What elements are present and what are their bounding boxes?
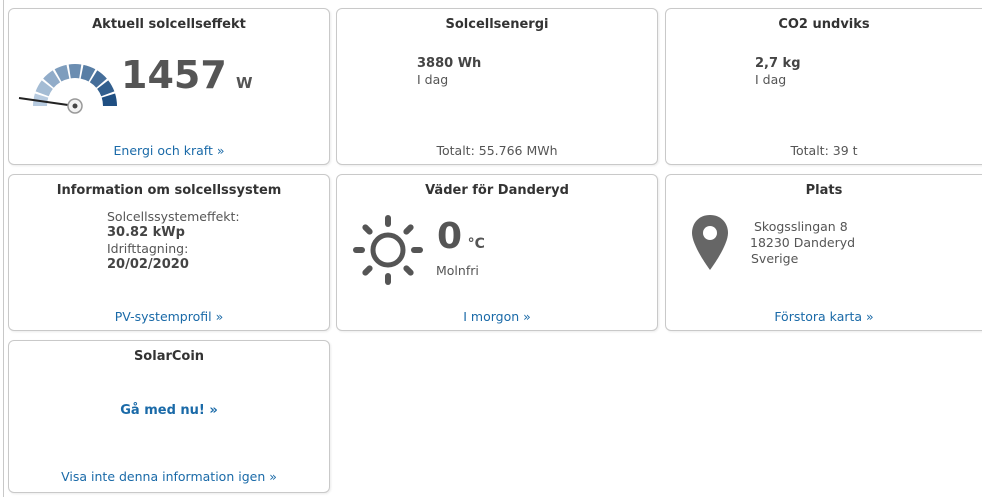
sun-ray [411, 247, 423, 253]
current-power-title: Aktuell solcellseffekt [92, 17, 246, 32]
solar-energy-today-value: 3880 Wh [417, 56, 482, 71]
sun-ray [362, 265, 373, 276]
sun-ray [385, 273, 391, 285]
join-now-link[interactable]: Gå med nu! » [9, 403, 329, 418]
tomorrow-forecast-link[interactable]: I morgon » [337, 309, 657, 324]
system-info-card: Information om solcellssystem Solcellssy… [8, 174, 330, 331]
weather-condition: Molnfri [436, 263, 479, 278]
current-power-card: Aktuell solcellseffekt 1457 W Energi och… [8, 8, 330, 165]
commissioning-date: 20/02/2020 [107, 257, 189, 272]
gauge-segment [101, 93, 117, 106]
location-card: Plats Skogsslingan 8 18230 Danderyd Sver… [665, 174, 982, 331]
solar-energy-total: Totalt: 55.766 MWh [436, 143, 558, 158]
solarcoin-title: SolarCoin [133, 349, 205, 364]
system-power-label: Solcellssystemeffekt: [107, 209, 240, 224]
sun-ray [385, 215, 391, 227]
weather-title: Väder för Danderyd [425, 183, 569, 198]
solar-energy-card: Solcellsenergi 3880 Wh I dag Totalt: 55.… [336, 8, 658, 165]
location-country: Sverige [751, 251, 799, 266]
co2-avoided-total: Totalt: 39 t [790, 143, 858, 158]
sun-ray [403, 224, 414, 235]
co2-avoided-title: CO2 undviks [778, 17, 870, 32]
sun-icon [353, 215, 423, 285]
solarcoin-card: SolarCoin Gå med nu! » Visa inte denna i… [8, 340, 330, 493]
map-pin-icon [692, 215, 728, 270]
co2-avoided-today-value: 2,7 kg [755, 56, 801, 71]
co2-avoided-card: CO2 undviks 2,7 kg I dag Totalt: 39 t [665, 8, 982, 165]
page-left-border [3, 0, 4, 497]
energy-and-power-link[interactable]: Energi och kraft » [9, 143, 329, 158]
location-street: Skogsslingan 8 [754, 219, 848, 234]
current-power-unit: W [236, 74, 253, 92]
sun-ray [362, 224, 373, 235]
location-title: Plats [805, 183, 843, 198]
power-gauge-icon [18, 64, 117, 114]
temperature-value: 0 [437, 216, 463, 257]
sun-ray [403, 265, 414, 276]
pv-system-profile-link[interactable]: PV-systemprofil » [9, 309, 329, 324]
gauge-segment [68, 64, 82, 79]
commissioning-label: Idrifttagning: [107, 241, 189, 256]
weather-temperature: 0 °C [437, 217, 485, 257]
current-power-value: 1457 W [121, 55, 253, 103]
enlarge-map-link[interactable]: Förstora karta » [666, 309, 982, 324]
location-city: 18230 Danderyd [750, 235, 856, 250]
system-power-value: 30.82 kWp [107, 225, 185, 240]
sun-ray [353, 247, 365, 253]
temperature-unit: °C [467, 236, 485, 252]
current-power-number: 1457 [121, 53, 227, 97]
co2-avoided-today-label: I dag [755, 72, 787, 87]
solar-energy-today-label: I dag [417, 72, 449, 87]
solar-energy-title: Solcellsenergi [445, 17, 549, 32]
system-info-title: Information om solcellssystem [56, 183, 282, 198]
dismiss-info-link[interactable]: Visa inte denna information igen » [9, 469, 329, 484]
weather-card: Väder för Danderyd 0 °C Molnfri I morgon… [336, 174, 658, 331]
